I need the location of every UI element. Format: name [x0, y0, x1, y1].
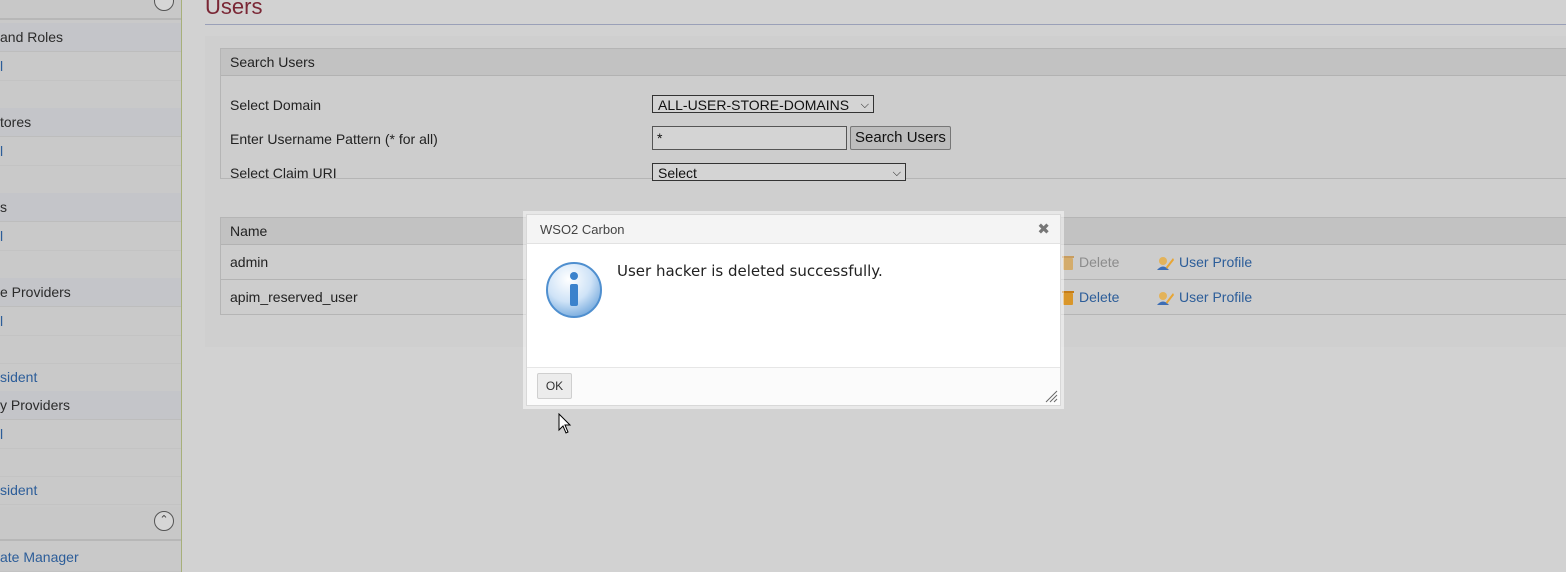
dialog-footer: OK — [527, 367, 1060, 405]
ok-button[interactable]: OK — [537, 373, 572, 399]
sidebar: ⌃ and Roles l tores l s l e Providers l … — [0, 0, 182, 572]
page-title: Users — [205, 0, 263, 19]
delete-button[interactable]: Delete — [1062, 289, 1119, 306]
sidebar-item-add[interactable]: l — [0, 420, 181, 449]
user-name: admin — [230, 254, 269, 270]
sidebar-item-resident[interactable]: sident — [0, 363, 181, 392]
dialog-message: User hacker is deleted successfully. — [617, 262, 883, 280]
dialog-title: WSO2 Carbon — [540, 222, 625, 237]
sidebar-item-list[interactable] — [0, 250, 181, 279]
info-icon — [546, 262, 602, 318]
sidebar-item-resident[interactable]: sident — [0, 476, 181, 505]
select-claim-label: Select Claim URI — [230, 165, 337, 181]
sidebar-top-bar: ⌃ — [0, 0, 181, 20]
user-name: apim_reserved_user — [230, 289, 358, 305]
collapse-up-icon[interactable]: ⌃ — [154, 511, 174, 531]
sidebar-item-list[interactable] — [0, 335, 181, 364]
sidebar-item-users-roles[interactable]: and Roles — [0, 23, 181, 52]
collapse-up-icon[interactable]: ⌃ — [154, 0, 174, 11]
search-users-header: Search Users — [221, 49, 1566, 76]
delete-button[interactable]: Delete — [1062, 254, 1119, 271]
chevron-down-icon: ⌵ — [860, 99, 869, 111]
edit-user-icon — [1157, 257, 1174, 271]
edit-user-icon — [1157, 292, 1174, 306]
sidebar-item-service-providers[interactable]: e Providers — [0, 278, 181, 307]
sidebar-section-bar: ⌃ — [0, 507, 181, 541]
sidebar-item-user-stores[interactable]: tores — [0, 108, 181, 137]
message-dialog: WSO2 Carbon ✖ User hacker is deleted suc… — [526, 214, 1061, 406]
chevron-down-icon: ⌵ — [892, 167, 901, 179]
sidebar-item-list[interactable] — [0, 81, 181, 110]
close-icon[interactable]: ✖ — [1037, 220, 1050, 238]
sidebar-item-add[interactable]: l — [0, 307, 181, 336]
sidebar-item-identity-providers[interactable]: y Providers — [0, 391, 181, 420]
sidebar-item-add[interactable]: l — [0, 137, 181, 166]
user-profile-link[interactable]: User Profile — [1156, 289, 1252, 306]
sidebar-item-certificate-manager[interactable]: ate Manager — [0, 543, 181, 572]
select-domain-label: Select Domain — [230, 97, 322, 113]
trash-icon — [1062, 291, 1074, 306]
sidebar-item-list[interactable] — [0, 166, 181, 195]
resize-grip-icon[interactable] — [1044, 389, 1058, 403]
divider — [205, 24, 1566, 25]
mouse-cursor-icon — [558, 413, 572, 434]
dialog-titlebar[interactable]: WSO2 Carbon ✖ — [527, 215, 1060, 244]
search-users-button[interactable]: Search Users — [850, 126, 951, 150]
sidebar-item-list[interactable] — [0, 448, 181, 477]
claim-uri-select[interactable]: Select ⌵ — [652, 163, 906, 181]
username-pattern-input[interactable]: * — [652, 126, 847, 150]
column-name-header: Name — [230, 223, 268, 239]
domain-select[interactable]: ALL-USER-STORE-DOMAINS ⌵ — [652, 95, 874, 113]
username-pattern-label: Enter Username Pattern (* for all) — [230, 131, 438, 147]
sidebar-item-add[interactable]: l — [0, 222, 181, 251]
sidebar-item-add[interactable]: l — [0, 52, 181, 81]
sidebar-item-section[interactable]: s — [0, 193, 181, 222]
search-users-box: Search Users Select Domain ALL-USER-STOR… — [220, 48, 1566, 181]
user-profile-link[interactable]: User Profile — [1156, 254, 1252, 271]
trash-icon — [1062, 256, 1074, 271]
